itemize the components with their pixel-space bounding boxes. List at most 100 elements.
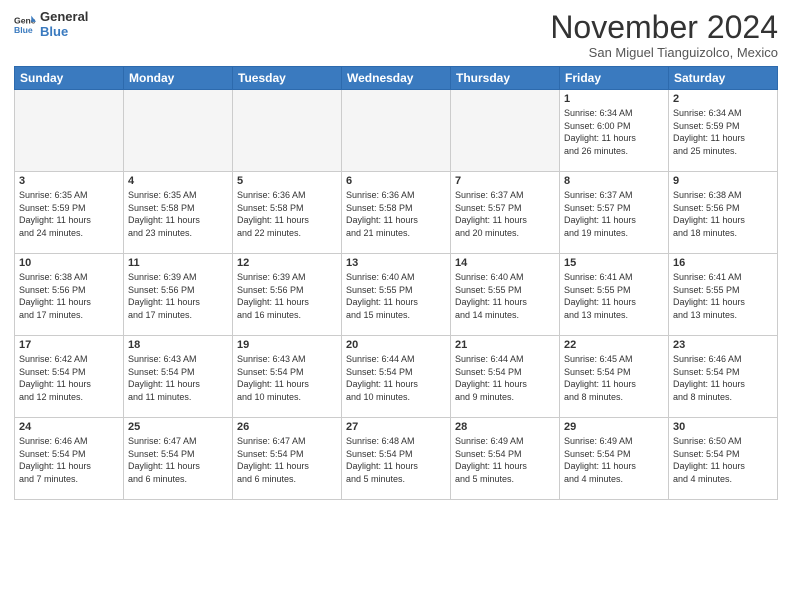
calendar-cell: 14 Sunrise: 6:40 AM Sunset: 5:55 PM Dayli…	[451, 254, 560, 336]
logo-blue: Blue	[40, 25, 88, 40]
week-row: 17 Sunrise: 6:42 AM Sunset: 5:54 PM Dayli…	[15, 336, 778, 418]
weekday-header: Saturday	[669, 67, 778, 90]
calendar-cell: 26Sunrise: 6:47 AM Sunset: 5:54 PM Dayli…	[233, 418, 342, 500]
day-info: Sunrise: 6:50 AM Sunset: 5:54 PM Dayligh…	[673, 435, 773, 485]
day-number: 5	[237, 175, 337, 187]
day-number: 17	[19, 339, 119, 351]
day-info: Sunrise: 6:39 AM Sunset: 5:56 PM Dayligh…	[237, 271, 337, 321]
week-row: 1Sunrise: 6:34 AM Sunset: 6:00 PM Daylig…	[15, 90, 778, 172]
day-info: Sunrise: 6:49 AM Sunset: 5:54 PM Dayligh…	[564, 435, 664, 485]
day-info: Sunrise: 6:35 AM Sunset: 5:58 PM Dayligh…	[128, 189, 228, 239]
day-info: Sunrise: 6:40 AM Sunset: 5:55 PM Dayligh…	[346, 271, 446, 321]
calendar-cell: 11 Sunrise: 6:39 AM Sunset: 5:56 PM Dayli…	[124, 254, 233, 336]
calendar-cell: 12 Sunrise: 6:39 AM Sunset: 5:56 PM Dayli…	[233, 254, 342, 336]
calendar-cell	[342, 90, 451, 172]
calendar-cell: 22Sunrise: 6:45 AM Sunset: 5:54 PM Dayli…	[560, 336, 669, 418]
calendar-cell: 15Sunrise: 6:41 AM Sunset: 5:55 PM Dayli…	[560, 254, 669, 336]
weekday-header: Tuesday	[233, 67, 342, 90]
location: San Miguel Tianguizolco, Mexico	[550, 45, 778, 60]
calendar-cell: 20Sunrise: 6:44 AM Sunset: 5:54 PM Dayli…	[342, 336, 451, 418]
calendar-cell: 18Sunrise: 6:43 AM Sunset: 5:54 PM Dayli…	[124, 336, 233, 418]
day-number: 18	[128, 339, 228, 351]
calendar-cell: 13 Sunrise: 6:40 AM Sunset: 5:55 PM Dayli…	[342, 254, 451, 336]
logo-icon: General Blue	[14, 14, 36, 36]
week-row: 24 Sunrise: 6:46 AM Sunset: 5:54 PM Dayli…	[15, 418, 778, 500]
weekday-header: Thursday	[451, 67, 560, 90]
day-number: 12	[237, 257, 337, 269]
calendar-cell: 24 Sunrise: 6:46 AM Sunset: 5:54 PM Dayli…	[15, 418, 124, 500]
calendar-cell: 29 Sunrise: 6:49 AM Sunset: 5:54 PM Dayli…	[560, 418, 669, 500]
day-number: 13	[346, 257, 446, 269]
day-number: 4	[128, 175, 228, 187]
day-number: 29	[564, 421, 664, 433]
day-info: Sunrise: 6:49 AM Sunset: 5:54 PM Dayligh…	[455, 435, 555, 485]
calendar-cell: 19 Sunrise: 6:43 AM Sunset: 5:54 PM Dayli…	[233, 336, 342, 418]
day-number: 7	[455, 175, 555, 187]
day-number: 16	[673, 257, 773, 269]
day-info: Sunrise: 6:37 AM Sunset: 5:57 PM Dayligh…	[564, 189, 664, 239]
day-info: Sunrise: 6:35 AM Sunset: 5:59 PM Dayligh…	[19, 189, 119, 239]
svg-text:Blue: Blue	[14, 25, 33, 35]
calendar-cell: 27Sunrise: 6:48 AM Sunset: 5:54 PM Dayli…	[342, 418, 451, 500]
day-info: Sunrise: 6:45 AM Sunset: 5:54 PM Dayligh…	[564, 353, 664, 403]
calendar-cell	[15, 90, 124, 172]
day-number: 6	[346, 175, 446, 187]
weekday-header-row: SundayMondayTuesdayWednesdayThursdayFrid…	[15, 67, 778, 90]
day-number: 23	[673, 339, 773, 351]
day-info: Sunrise: 6:47 AM Sunset: 5:54 PM Dayligh…	[237, 435, 337, 485]
day-number: 14	[455, 257, 555, 269]
day-info: Sunrise: 6:41 AM Sunset: 5:55 PM Dayligh…	[673, 271, 773, 321]
day-number: 21	[455, 339, 555, 351]
day-info: Sunrise: 6:34 AM Sunset: 6:00 PM Dayligh…	[564, 107, 664, 157]
page: General Blue General Blue November 2024 …	[0, 0, 792, 612]
day-info: Sunrise: 6:38 AM Sunset: 5:56 PM Dayligh…	[673, 189, 773, 239]
day-info: Sunrise: 6:44 AM Sunset: 5:54 PM Dayligh…	[455, 353, 555, 403]
day-info: Sunrise: 6:47 AM Sunset: 5:54 PM Dayligh…	[128, 435, 228, 485]
calendar-cell: 1Sunrise: 6:34 AM Sunset: 6:00 PM Daylig…	[560, 90, 669, 172]
day-number: 11	[128, 257, 228, 269]
day-number: 2	[673, 93, 773, 105]
calendar-cell: 9 Sunrise: 6:38 AM Sunset: 5:56 PM Daylig…	[669, 172, 778, 254]
week-row: 3 Sunrise: 6:35 AM Sunset: 5:59 PM Daylig…	[15, 172, 778, 254]
day-number: 30	[673, 421, 773, 433]
weekday-header: Sunday	[15, 67, 124, 90]
day-info: Sunrise: 6:43 AM Sunset: 5:54 PM Dayligh…	[237, 353, 337, 403]
day-number: 28	[455, 421, 555, 433]
day-info: Sunrise: 6:38 AM Sunset: 5:56 PM Dayligh…	[19, 271, 119, 321]
day-info: Sunrise: 6:42 AM Sunset: 5:54 PM Dayligh…	[19, 353, 119, 403]
day-info: Sunrise: 6:36 AM Sunset: 5:58 PM Dayligh…	[346, 189, 446, 239]
calendar-cell: 7Sunrise: 6:37 AM Sunset: 5:57 PM Daylig…	[451, 172, 560, 254]
calendar-cell: 10 Sunrise: 6:38 AM Sunset: 5:56 PM Dayli…	[15, 254, 124, 336]
day-number: 25	[128, 421, 228, 433]
calendar-cell: 2Sunrise: 6:34 AM Sunset: 5:59 PM Daylig…	[669, 90, 778, 172]
day-number: 19	[237, 339, 337, 351]
week-row: 10 Sunrise: 6:38 AM Sunset: 5:56 PM Dayli…	[15, 254, 778, 336]
day-info: Sunrise: 6:46 AM Sunset: 5:54 PM Dayligh…	[19, 435, 119, 485]
calendar-cell: 16 Sunrise: 6:41 AM Sunset: 5:55 PM Dayli…	[669, 254, 778, 336]
logo-general: General	[40, 10, 88, 25]
day-number: 8	[564, 175, 664, 187]
day-info: Sunrise: 6:39 AM Sunset: 5:56 PM Dayligh…	[128, 271, 228, 321]
weekday-header: Wednesday	[342, 67, 451, 90]
calendar-cell: 28 Sunrise: 6:49 AM Sunset: 5:54 PM Dayli…	[451, 418, 560, 500]
day-info: Sunrise: 6:40 AM Sunset: 5:55 PM Dayligh…	[455, 271, 555, 321]
calendar-table: SundayMondayTuesdayWednesdayThursdayFrid…	[14, 66, 778, 500]
calendar-cell: 3 Sunrise: 6:35 AM Sunset: 5:59 PM Daylig…	[15, 172, 124, 254]
day-info: Sunrise: 6:44 AM Sunset: 5:54 PM Dayligh…	[346, 353, 446, 403]
day-number: 27	[346, 421, 446, 433]
day-number: 9	[673, 175, 773, 187]
day-number: 24	[19, 421, 119, 433]
calendar-cell: 4 Sunrise: 6:35 AM Sunset: 5:58 PM Daylig…	[124, 172, 233, 254]
calendar-cell: 23Sunrise: 6:46 AM Sunset: 5:54 PM Dayli…	[669, 336, 778, 418]
day-info: Sunrise: 6:36 AM Sunset: 5:58 PM Dayligh…	[237, 189, 337, 239]
month-title: November 2024	[550, 10, 778, 45]
calendar-cell	[451, 90, 560, 172]
calendar-cell: 5 Sunrise: 6:36 AM Sunset: 5:58 PM Daylig…	[233, 172, 342, 254]
day-number: 10	[19, 257, 119, 269]
day-number: 3	[19, 175, 119, 187]
calendar-cell: 8 Sunrise: 6:37 AM Sunset: 5:57 PM Daylig…	[560, 172, 669, 254]
calendar-cell: 21 Sunrise: 6:44 AM Sunset: 5:54 PM Dayli…	[451, 336, 560, 418]
calendar-cell: 17 Sunrise: 6:42 AM Sunset: 5:54 PM Dayli…	[15, 336, 124, 418]
day-number: 15	[564, 257, 664, 269]
logo: General Blue General Blue	[14, 10, 88, 40]
